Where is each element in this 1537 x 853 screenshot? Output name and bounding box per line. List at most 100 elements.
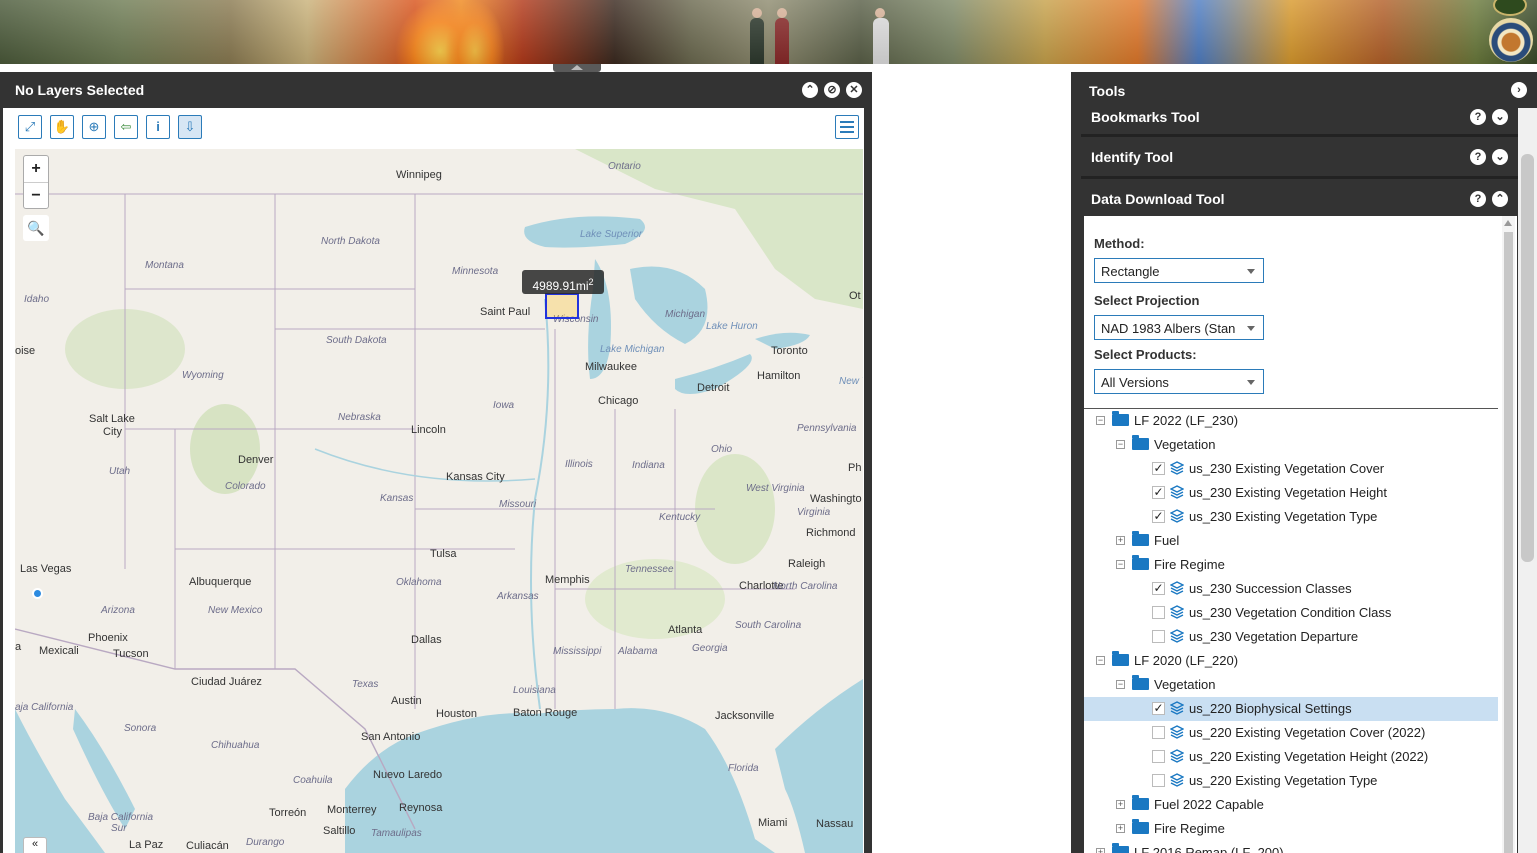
location-marker[interactable] — [32, 588, 43, 599]
checkbox-checked[interactable]: ✓ — [1152, 582, 1165, 595]
zoom-in-icon[interactable]: ⊕ — [82, 115, 106, 139]
collapse-icon[interactable]: − — [1096, 416, 1105, 425]
tree-layer-label: us_220 Biophysical Settings — [1189, 701, 1352, 716]
tree-folder[interactable]: − LF 2022 (LF_230) — [1084, 409, 1498, 433]
state-label: Colorado — [225, 481, 266, 492]
checkbox-checked[interactable]: ✓ — [1152, 486, 1165, 499]
expand-icon[interactable]: + — [1116, 800, 1125, 809]
help-icon[interactable]: ? — [1470, 191, 1486, 207]
method-select[interactable]: Rectangle — [1094, 258, 1264, 283]
tree-layer[interactable]: ✓ us_220 Biophysical Settings — [1084, 697, 1498, 721]
checkbox-checked[interactable]: ✓ — [1152, 510, 1165, 523]
area-unit-power: 2 — [588, 277, 594, 287]
restore-icon[interactable]: ⊘ — [824, 82, 840, 98]
checkbox[interactable] — [1152, 606, 1165, 619]
city-label: Houston — [436, 708, 477, 720]
tree-folder[interactable]: − Vegetation — [1084, 433, 1498, 457]
collapse-icon[interactable]: ⌃ — [802, 82, 818, 98]
collapse-banner-handle[interactable] — [553, 64, 601, 72]
tree-folder-label: Fire Regime — [1154, 821, 1225, 836]
help-icon[interactable]: ? — [1470, 149, 1486, 165]
tree-layer[interactable]: us_230 Vegetation Departure — [1084, 625, 1498, 649]
map-view[interactable]: Winnipeg Saint Paul Toronto Milwaukee Hamilt… — [15, 149, 863, 853]
tree-folder[interactable]: + Fuel 2022 Capable — [1084, 793, 1498, 817]
tree-folder[interactable]: + Fire Regime — [1084, 817, 1498, 841]
search-icon[interactable]: 🔍 — [23, 215, 49, 241]
expand-icon[interactable]: + — [1096, 848, 1105, 853]
tree-layer[interactable]: us_220 Existing Vegetation Height (2022) — [1084, 745, 1498, 769]
city-label: Winnipeg — [396, 169, 442, 181]
layers-icon — [1170, 605, 1184, 619]
chevron-right-icon[interactable]: › — [1511, 82, 1527, 98]
tree-layer-label: us_230 Existing Vegetation Type — [1189, 509, 1378, 524]
tree-layer[interactable]: ✓ us_230 Existing Vegetation Cover — [1084, 457, 1498, 481]
collapse-icon[interactable]: − — [1116, 680, 1125, 689]
layers-icon — [1170, 509, 1184, 523]
collapse-icon[interactable]: − — [1116, 560, 1125, 569]
list-icon[interactable] — [835, 115, 859, 139]
projection-select[interactable]: NAD 1983 Albers (Stan — [1094, 315, 1264, 340]
data-download-tool-title: Data Download Tool — [1091, 191, 1225, 207]
method-label: Method: — [1094, 236, 1145, 251]
city-label: Nuevo Laredo — [373, 769, 443, 781]
state-label: New Mexico — [208, 605, 263, 616]
state-label: Kansas — [380, 493, 414, 504]
checkbox[interactable] — [1152, 750, 1165, 763]
city-label: oise — [15, 345, 36, 357]
collapse-icon[interactable]: − — [1116, 440, 1125, 449]
state-boundaries — [15, 193, 863, 709]
city-label: San Antonio — [361, 731, 421, 743]
state-label: Alabama — [618, 646, 658, 657]
state-label: Louisiana — [513, 685, 556, 696]
info-icon[interactable]: i — [146, 115, 170, 139]
tree-layer[interactable]: us_230 Vegetation Condition Class — [1084, 601, 1498, 625]
previous-extent-icon[interactable]: ⇦ — [114, 115, 138, 139]
download-list-scrollbar[interactable] — [1502, 216, 1515, 853]
folder-icon — [1132, 531, 1149, 546]
folder-icon — [1132, 819, 1149, 834]
tools-scrollbar[interactable] — [1518, 108, 1537, 853]
chevron-up-icon[interactable]: ⌃ — [1492, 191, 1508, 207]
tree-folder[interactable]: + Fuel — [1084, 529, 1498, 553]
full-extent-icon[interactable]: ⤢ — [18, 115, 42, 139]
state-label: Iowa — [493, 400, 515, 411]
products-select[interactable]: All Versions — [1094, 369, 1264, 394]
tree-folder-label: Fuel 2022 Capable — [1154, 797, 1264, 812]
collapse-icon[interactable]: − — [1096, 656, 1105, 665]
city-label: Ph — [848, 462, 862, 474]
chevron-down-icon[interactable]: ⌄ — [1492, 149, 1508, 165]
tree-layer[interactable]: us_220 Existing Vegetation Cover (2022) — [1084, 721, 1498, 745]
tree-layer[interactable]: ✓ us_230 Existing Vegetation Height — [1084, 481, 1498, 505]
download-icon[interactable]: ⇩ — [178, 115, 202, 139]
checkbox[interactable] — [1152, 726, 1165, 739]
tree-layer-label: us_230 Vegetation Condition Class — [1189, 605, 1392, 620]
zoom-in-button[interactable]: + — [24, 156, 48, 182]
tree-folder[interactable]: − Vegetation — [1084, 673, 1498, 697]
tree-folder[interactable]: − Fire Regime — [1084, 553, 1498, 577]
bookmarks-tool-header[interactable]: Bookmarks Tool ? ⌄ — [1081, 100, 1518, 134]
expand-icon[interactable]: + — [1116, 824, 1125, 833]
help-icon[interactable]: ? — [1470, 109, 1486, 125]
tree-layer[interactable]: ✓ us_230 Existing Vegetation Type — [1084, 505, 1498, 529]
checkbox-checked[interactable]: ✓ — [1152, 462, 1165, 475]
close-icon[interactable]: ✕ — [846, 82, 862, 98]
attribution-toggle[interactable]: « — [23, 837, 47, 853]
checkbox[interactable] — [1152, 630, 1165, 643]
chevron-down-icon[interactable]: ⌄ — [1492, 109, 1508, 125]
tree-layer[interactable]: ✓ us_230 Succession Classes — [1084, 577, 1498, 601]
city-label: Richmond — [806, 527, 856, 539]
pan-hand-icon[interactable]: ✋ — [50, 115, 74, 139]
data-download-tool-header[interactable]: Data Download Tool ? ⌃ — [1081, 182, 1518, 216]
identify-tool-title: Identify Tool — [1091, 149, 1174, 165]
checkbox-checked[interactable]: ✓ — [1152, 702, 1165, 715]
zoom-out-button[interactable]: − — [24, 182, 48, 208]
identify-tool-header[interactable]: Identify Tool ? ⌄ — [1081, 140, 1518, 174]
checkbox[interactable] — [1152, 774, 1165, 787]
tree-folder[interactable]: − LF 2020 (LF_220) — [1084, 649, 1498, 673]
expand-icon[interactable]: + — [1116, 536, 1125, 545]
city-label: Torreón — [269, 807, 307, 819]
tree-folder-label: Vegetation — [1154, 437, 1216, 452]
tree-folder[interactable]: + LF 2016 Remap (LF_200) — [1084, 841, 1498, 853]
tree-layer[interactable]: us_220 Existing Vegetation Type — [1084, 769, 1498, 793]
state-label: Sonora — [124, 723, 157, 734]
